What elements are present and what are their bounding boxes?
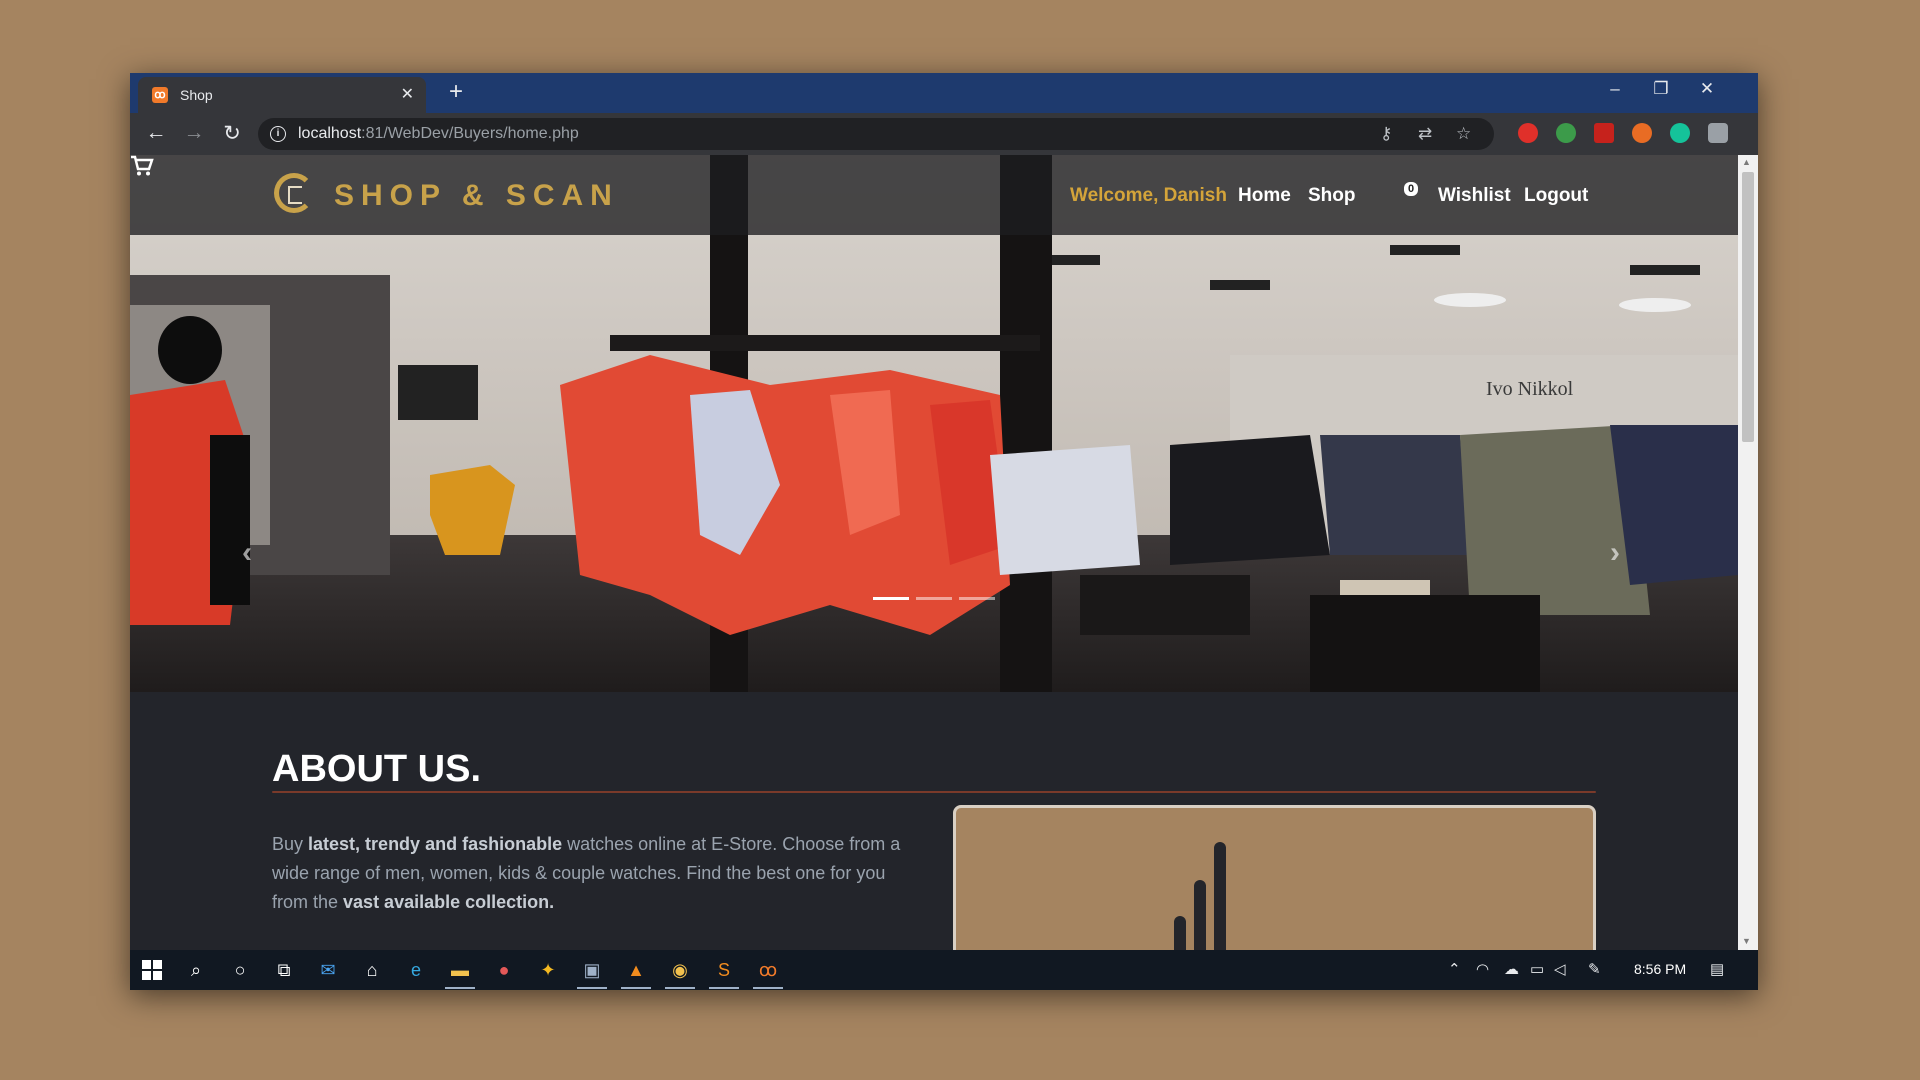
mail-icon[interactable]: ✉: [316, 958, 340, 982]
nav-logout-link[interactable]: Logout: [1524, 185, 1588, 207]
nav-wishlist-link[interactable]: Wishlist: [1438, 185, 1511, 207]
running-indicator: [753, 987, 783, 989]
app-icon[interactable]: ▣: [580, 958, 604, 982]
close-window-button[interactable]: ✕: [1684, 79, 1730, 99]
about-text: Buy latest, trendy and fashionable watch…: [272, 834, 901, 912]
welcome-text: Welcome, Danish: [1070, 185, 1227, 206]
pdf-extension-icon[interactable]: [1594, 123, 1614, 143]
windows-taskbar: ⌕ ○ ⧉ ✉ ⌂ e ▬ ● ✦ ▣ ▲ ◉ S ꝏ ⌃ ◠ ☁ ▭ ◁ ✎ …: [130, 950, 1758, 990]
forward-arrow-icon[interactable]: →: [180, 121, 208, 145]
translate-icon[interactable]: ⇄: [1418, 124, 1432, 144]
app-icon[interactable]: ✦: [536, 958, 560, 982]
volume-icon[interactable]: ◁: [1554, 960, 1566, 978]
scroll-up-icon[interactable]: ▲: [1742, 157, 1751, 167]
deco-bar: [1174, 916, 1186, 950]
new-tab-button[interactable]: +: [442, 78, 470, 106]
running-indicator: [577, 987, 607, 989]
carousel-indicator[interactable]: [873, 597, 909, 600]
carousel-indicator[interactable]: [916, 597, 952, 600]
minimize-button[interactable]: –: [1592, 79, 1638, 99]
running-indicator: [665, 987, 695, 989]
store-icon[interactable]: ⌂: [360, 958, 384, 982]
vlc-icon[interactable]: ▲: [624, 958, 648, 982]
url-text[interactable]: localhost:81/WebDev/Buyers/home.php: [298, 125, 579, 143]
page-scrollbar[interactable]: ▲ ▼: [1738, 155, 1758, 950]
browser-toolbar: ← → ↻ i localhost:81/WebDev/Buyers/home.…: [130, 113, 1758, 155]
address-bar[interactable]: i localhost:81/WebDev/Buyers/home.php ⚷ …: [258, 118, 1494, 150]
site-brand[interactable]: SHOP & SCAN: [334, 179, 619, 213]
xampp-icon[interactable]: ꝏ: [756, 958, 780, 982]
pen-icon[interactable]: ✎: [1588, 960, 1601, 978]
scroll-down-icon[interactable]: ▼: [1742, 936, 1751, 946]
hero-carousel: Ivo Nikkol SHOP & SCAN Welcome, Danish H…: [130, 155, 1738, 692]
app-icon[interactable]: ●: [492, 958, 516, 982]
running-indicator: [621, 987, 651, 989]
store-photo: Ivo Nikkol: [130, 155, 1738, 692]
camera-icon[interactable]: [1708, 123, 1728, 143]
taskbar-clock[interactable]: 8:56 PM: [1634, 961, 1686, 977]
extension-icon[interactable]: [1556, 123, 1576, 143]
battery-icon[interactable]: ▭: [1530, 960, 1544, 978]
site-navbar: SHOP & SCAN Welcome, Danish Home Shop 0 …: [130, 155, 1738, 235]
search-icon[interactable]: ⌕: [184, 958, 208, 982]
deco-bar: [1194, 880, 1206, 950]
adblock-extension-icon[interactable]: [1518, 123, 1538, 143]
tab-close-icon[interactable]: ✕: [401, 84, 414, 104]
chrome-icon[interactable]: ◉: [668, 958, 692, 982]
site-info-icon[interactable]: i: [270, 126, 286, 142]
browser-titlebar: ꝏ Shop ✕ + – ❐ ✕: [130, 73, 1758, 113]
task-view-icon[interactable]: ⧉: [272, 958, 296, 982]
deco-bar: [1214, 842, 1226, 950]
grammarly-icon[interactable]: [1670, 123, 1690, 143]
store-sign: Ivo Nikkol: [1486, 378, 1574, 400]
carousel-next-icon[interactable]: ›: [1610, 536, 1620, 570]
browser-window: ꝏ Shop ✕ + – ❐ ✕ ← → ↻ i localhost:81/We…: [130, 73, 1758, 990]
about-divider: [272, 791, 1596, 793]
page-viewport: Ivo Nikkol SHOP & SCAN Welcome, Danish H…: [130, 155, 1738, 950]
logo-icon[interactable]: [274, 173, 314, 213]
notification-icon[interactable]: ▤: [1710, 960, 1724, 978]
wifi-icon[interactable]: ◠: [1476, 960, 1489, 978]
about-title: ABOUT US.: [272, 748, 481, 790]
back-arrow-icon[interactable]: ←: [142, 121, 170, 145]
xampp-icon: ꝏ: [152, 87, 168, 103]
carousel-prev-icon[interactable]: ‹: [242, 536, 252, 570]
restore-button[interactable]: ❐: [1638, 79, 1684, 99]
extension-icon[interactable]: [1632, 123, 1652, 143]
cart-icon[interactable]: [130, 155, 154, 177]
tab-title: Shop: [180, 87, 213, 103]
key-icon[interactable]: ⚷: [1380, 124, 1392, 144]
running-indicator: [709, 987, 739, 989]
carousel-indicator[interactable]: [959, 597, 995, 600]
nav-shop-link[interactable]: Shop: [1308, 185, 1356, 207]
edge-icon[interactable]: e: [404, 958, 428, 982]
windows-start-icon[interactable]: [140, 958, 164, 982]
nav-home-link[interactable]: Home: [1238, 185, 1291, 207]
browser-tab[interactable]: ꝏ Shop ✕: [138, 77, 426, 113]
file-explorer-icon[interactable]: ▬: [448, 958, 472, 982]
cortana-icon[interactable]: ○: [228, 958, 252, 982]
bookmark-star-icon[interactable]: ☆: [1456, 124, 1471, 144]
scrollbar-thumb[interactable]: [1742, 172, 1754, 442]
reload-icon[interactable]: ↻: [218, 121, 246, 146]
sublime-text-icon[interactable]: S: [712, 958, 736, 982]
about-image-card: [953, 805, 1596, 950]
chevron-up-icon[interactable]: ⌃: [1448, 960, 1461, 978]
running-indicator: [445, 987, 475, 989]
onedrive-icon[interactable]: ☁: [1504, 960, 1519, 978]
cart-count-badge: 0: [1404, 182, 1419, 196]
